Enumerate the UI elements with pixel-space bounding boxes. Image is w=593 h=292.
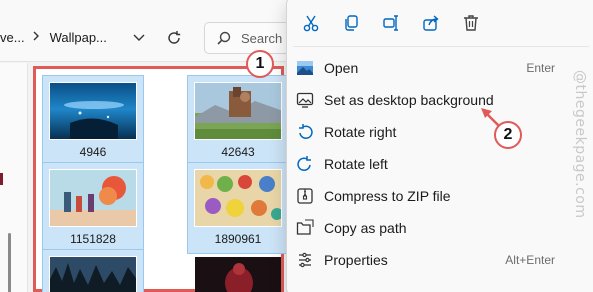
search-placeholder: Search (241, 30, 283, 46)
file-grid[interactable]: 4946 42643 1151828 1890961 (33, 66, 289, 292)
properties-icon (296, 251, 314, 269)
address-dropdown-button[interactable] (128, 26, 150, 50)
share-button[interactable] (415, 7, 447, 39)
delete-button[interactable] (455, 7, 487, 39)
file-tile[interactable]: 42643 (187, 75, 289, 167)
file-tile[interactable]: 1151828 (42, 162, 144, 254)
menu-item-label: Set as desktop background (324, 92, 494, 108)
thumbnail-characters (194, 169, 282, 227)
copy-icon (345, 15, 358, 31)
annotation-badge-label: 1 (255, 55, 265, 72)
rename-icon (383, 15, 398, 31)
file-tile[interactable]: 4946 (42, 75, 144, 167)
delete-icon (464, 15, 478, 31)
thumbnail-underwater (49, 82, 137, 140)
refresh-button[interactable] (162, 26, 186, 50)
search-icon (217, 31, 231, 45)
menu-item-label: Copy as path (324, 220, 407, 236)
menu-item-shortcut: Alt+Enter (505, 253, 555, 267)
watermark: @thegeekpage.com (572, 70, 588, 219)
file-name: 1890961 (214, 232, 262, 246)
rotate-left-icon (296, 155, 314, 173)
navigation-pane[interactable] (0, 63, 28, 292)
menu-item-label: Properties (324, 252, 388, 268)
file-tile[interactable]: 1890961 (187, 162, 289, 254)
chevron-right-icon (33, 30, 40, 44)
file-name: 4946 (79, 145, 107, 159)
thumbnail-red-figure (194, 256, 282, 292)
thumbnail-night-forest (49, 256, 137, 292)
annotation-badge-2: 2 (494, 121, 522, 149)
menu-item-label: Open (324, 60, 359, 76)
breadcrumb-item-parent[interactable]: ve... (0, 30, 25, 45)
share-icon (423, 15, 439, 31)
cut-icon (303, 15, 319, 32)
file-name: 1151828 (70, 232, 116, 246)
thumbnail-fantasy (49, 169, 137, 227)
copy-path-icon (296, 219, 314, 237)
menu-divider (293, 46, 589, 47)
zip-icon (296, 187, 314, 205)
rename-button[interactable] (375, 7, 407, 39)
menu-item-label: Compress to ZIP file (324, 188, 451, 204)
quick-actions-row (295, 5, 495, 41)
cut-button[interactable] (295, 7, 327, 39)
file-tile[interactable] (187, 249, 289, 292)
file-tile[interactable] (42, 249, 144, 292)
copy-button[interactable] (335, 7, 367, 39)
set-background-icon (296, 91, 314, 109)
breadcrumb-item-wallpapers[interactable]: Wallpap... (50, 30, 107, 45)
chevron-down-icon (133, 34, 145, 41)
menu-item-label: Rotate left (324, 156, 388, 172)
thumbnail-castle (194, 82, 282, 140)
context-menu: Open Enter Set as desktop background Rot… (286, 0, 593, 292)
annotation-badge-1: 1 (246, 50, 274, 78)
nav-selection-marker (0, 173, 3, 185)
rotate-right-icon (296, 123, 314, 141)
annotation-badge-label: 2 (503, 126, 513, 143)
menu-item-label: Rotate right (324, 124, 397, 140)
refresh-icon (168, 31, 181, 44)
nav-scrollbar[interactable] (8, 233, 11, 292)
file-name: 42643 (221, 145, 255, 159)
open-icon (296, 59, 314, 77)
